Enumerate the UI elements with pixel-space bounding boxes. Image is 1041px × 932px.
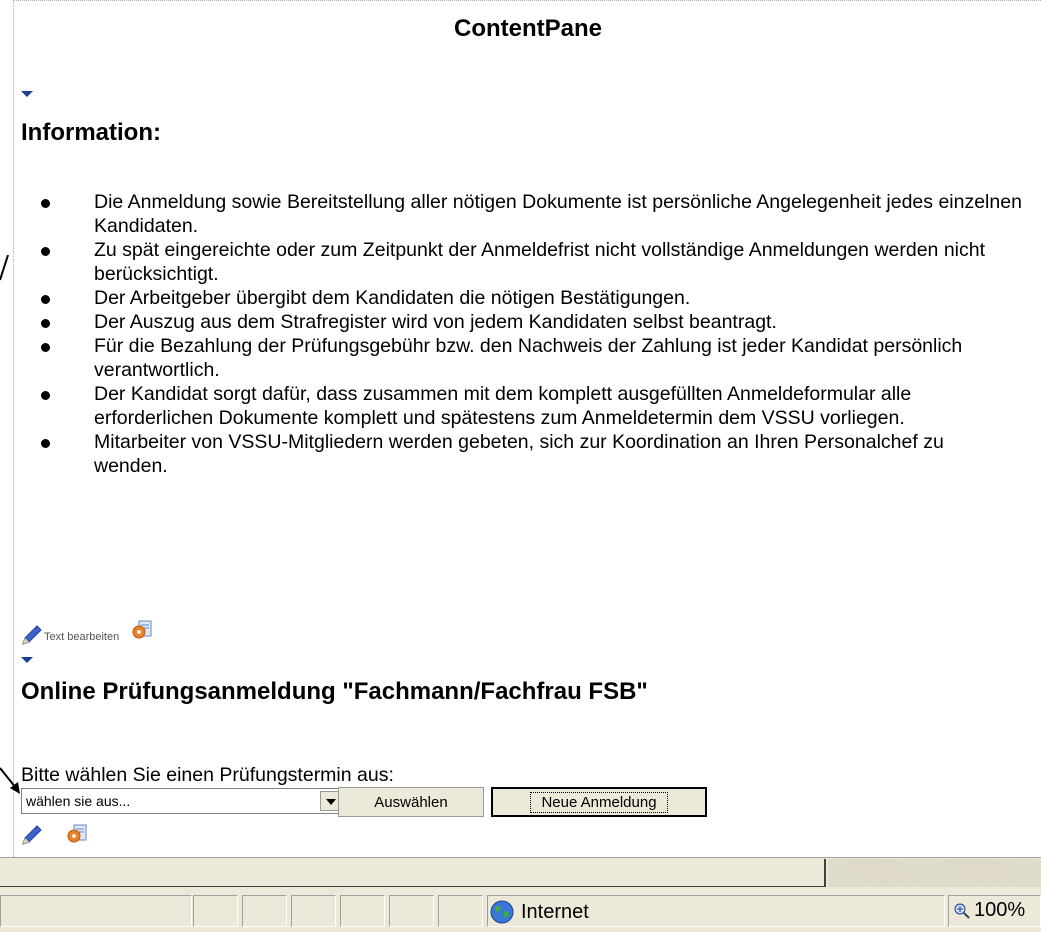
status-cell (242, 895, 287, 927)
globe-icon (490, 900, 514, 924)
collapse-arrow-icon[interactable] (21, 657, 33, 663)
list-item: Der Kandidat sorgt dafür, dass zusammen … (37, 382, 1022, 430)
select-button[interactable]: Auswählen (338, 787, 484, 817)
status-cell (193, 895, 238, 927)
annotation-arrow (0, 255, 9, 281)
pane-title: ContentPane (453, 15, 602, 42)
annotation-arrow (0, 767, 20, 794)
collapse-arrow-icon[interactable] (21, 91, 33, 97)
content-pane: ContentPane Information: Die Anmeldung s… (13, 0, 1041, 857)
list-item: Mitarbeiter von VSSU-Mitgliedern werden … (37, 430, 1022, 478)
info-edit-row: Text bearbeiten (20, 619, 153, 645)
list-item: Zu spät eingereichte oder zum Zeitpunkt … (37, 238, 1022, 286)
edit-text-link[interactable]: Text bearbeiten (44, 631, 119, 643)
list-item: Der Auszug aus dem Strafregister wird vo… (37, 310, 1022, 334)
horizontal-scrollbar[interactable] (0, 857, 1041, 887)
security-zone: Internet (489, 899, 589, 925)
registration-edit-row (20, 823, 88, 845)
new-registration-button[interactable]: Neue Anmeldung (491, 787, 707, 817)
pencil-icon[interactable] (20, 623, 44, 645)
zoom-level[interactable]: 100% (954, 899, 1025, 922)
settings-icon[interactable] (66, 823, 88, 845)
pencil-icon[interactable] (20, 823, 44, 845)
status-cell (291, 895, 336, 927)
info-list: Die Anmeldung sowie Bereitstellung aller… (37, 190, 1022, 478)
status-cell (438, 895, 483, 927)
exam-date-select[interactable]: wählen sie aus... (21, 788, 343, 814)
list-item: Die Anmeldung sowie Bereitstellung aller… (37, 190, 1022, 238)
registration-heading: Online Prüfungsanmeldung "Fachmann/Fachf… (21, 678, 648, 705)
list-item: Für die Bezahlung der Prüfungsgebühr bzw… (37, 334, 1022, 382)
settings-icon[interactable] (131, 619, 153, 641)
list-item: Der Arbeitgeber übergibt dem Kandidaten … (37, 286, 1022, 310)
info-heading: Information: (21, 119, 161, 146)
chevron-down-icon[interactable] (320, 791, 340, 811)
scrollbar-thumb[interactable] (0, 859, 826, 887)
status-cell (340, 895, 385, 927)
status-cell (0, 895, 192, 927)
zoom-icon (954, 903, 970, 919)
exam-date-prompt: Bitte wählen Sie einen Prüfungstermin au… (21, 764, 394, 786)
status-bar: Internet 100% (0, 857, 1041, 932)
status-cell (389, 895, 434, 927)
